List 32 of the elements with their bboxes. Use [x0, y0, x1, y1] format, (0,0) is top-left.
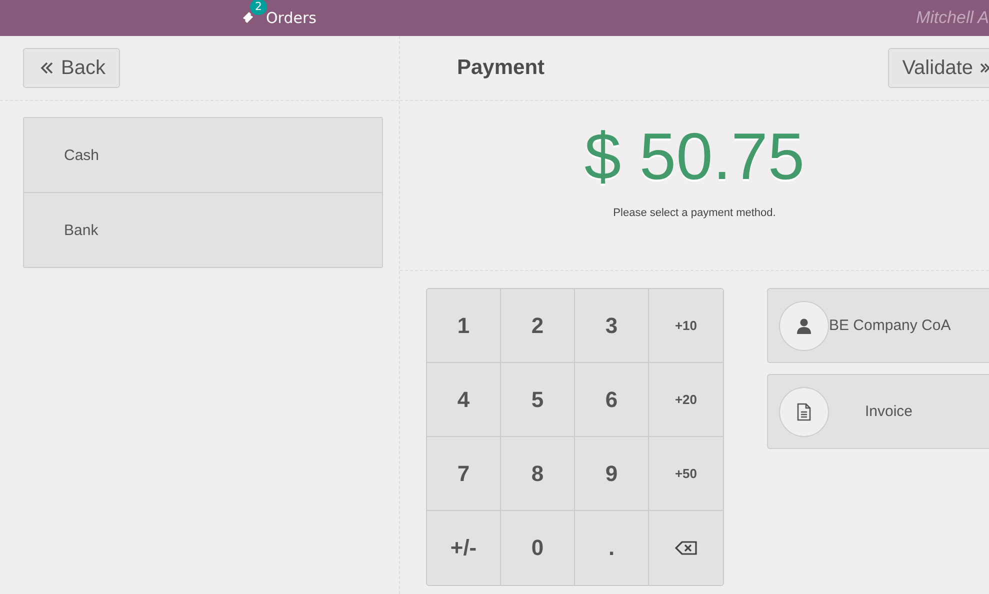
numpad-key[interactable]: 5	[501, 363, 575, 437]
payment-method-item[interactable]: Bank	[24, 193, 382, 267]
back-button[interactable]: Back	[23, 48, 120, 88]
numpad-key[interactable]: 0	[501, 511, 575, 585]
numpad-key[interactable]: .	[575, 511, 649, 585]
numpad-key[interactable]: 1	[427, 289, 501, 363]
payment-hint: Please select a payment method.	[613, 207, 776, 219]
backspace-icon[interactable]	[675, 541, 697, 555]
numpad-key[interactable]: +50	[649, 437, 723, 511]
customer-button[interactable]: BE Company CoA	[767, 288, 989, 363]
double-chevron-right-icon	[980, 62, 989, 74]
numpad-key[interactable]: +10	[649, 289, 723, 363]
numpad-key[interactable]: 9	[575, 437, 649, 511]
orders-link[interactable]: Orders	[266, 9, 316, 27]
numpad-key[interactable]: +/-	[427, 511, 501, 585]
user-icon	[797, 318, 811, 334]
payment-method-item[interactable]: Cash	[24, 118, 382, 193]
numpad-key[interactable]: 7	[427, 437, 501, 511]
numpad-key[interactable]: 3	[575, 289, 649, 363]
numpad-key[interactable]: 6	[575, 363, 649, 437]
numpad-key[interactable]: 8	[501, 437, 575, 511]
double-chevron-left-icon	[40, 61, 54, 75]
numpad-key[interactable]: 2	[501, 289, 575, 363]
invoice-button[interactable]: Invoice	[767, 374, 989, 449]
screen-title: Payment	[457, 56, 545, 80]
validate-button[interactable]: Validate	[888, 48, 989, 88]
document-icon	[797, 402, 811, 420]
order-count-badge: 2	[250, 0, 267, 15]
total-amount: $ 50.75	[584, 119, 805, 193]
numpad-key[interactable]: +20	[649, 363, 723, 437]
user-name: Mitchell A	[916, 8, 989, 28]
numpad-key[interactable]: 4	[427, 363, 501, 437]
